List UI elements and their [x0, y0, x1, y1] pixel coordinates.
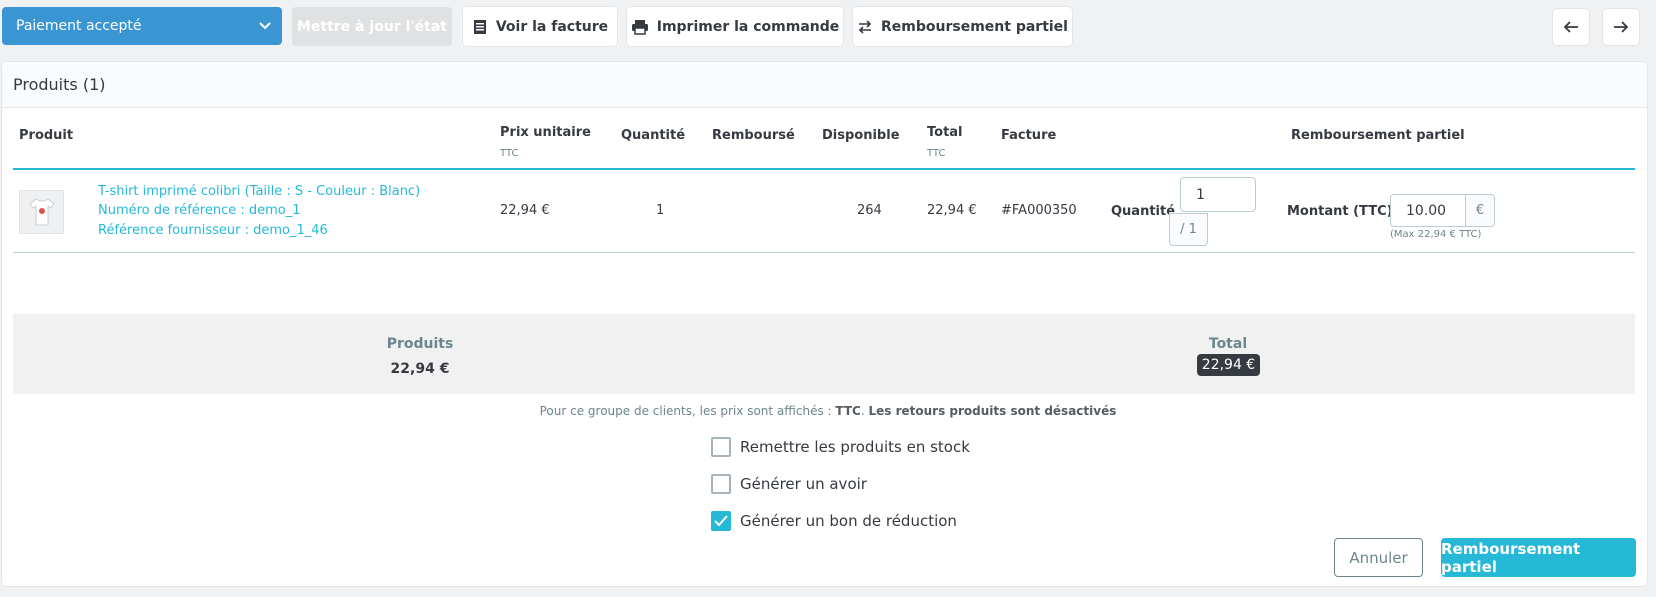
update-status-button[interactable]: Mettre à jour l'état — [292, 7, 452, 46]
col-invoice: Facture — [1001, 128, 1057, 143]
row-invoice: #FA000350 — [1001, 203, 1077, 218]
option-voucher[interactable]: Générer un bon de réduction — [711, 511, 957, 531]
credit-slip-label: Générer un avoir — [740, 475, 867, 493]
swap-arrows-icon — [858, 19, 872, 34]
grand-total-label: Total — [1208, 336, 1248, 352]
products-total-value: 22,94 € — [390, 361, 450, 377]
partial-refund-submit-label: Remboursement partiel — [1441, 539, 1581, 576]
row-available: 264 — [857, 203, 882, 218]
arrow-left-icon — [1563, 21, 1578, 33]
restock-label: Remettre les produits en stock — [740, 438, 970, 456]
table-header-divider — [13, 168, 1635, 170]
view-invoice-label: Voir la facture — [495, 18, 609, 35]
order-status-select[interactable]: Paiement accepté — [2, 7, 282, 45]
refund-amount-max: (Max 22,94 € TTC) — [1390, 229, 1482, 240]
col-product: Produit — [19, 128, 74, 143]
col-refunded: Remboursé — [712, 128, 795, 143]
option-credit-slip[interactable]: Générer un avoir — [711, 474, 867, 494]
credit-slip-checkbox[interactable] — [711, 474, 731, 494]
voucher-checkbox[interactable] — [711, 511, 731, 531]
restock-checkbox[interactable] — [711, 437, 731, 457]
refund-amount-label: Montant (TTC) — [1287, 204, 1393, 219]
col-available: Disponible — [822, 128, 900, 143]
grand-total-value: 22,94 € — [1201, 357, 1256, 373]
refund-amount-value: 10.00 — [1406, 202, 1447, 219]
col-partial-refund: Remboursement partiel — [1291, 128, 1465, 143]
refund-quantity-value: 1 — [1196, 186, 1205, 203]
currency-symbol: € — [1475, 203, 1485, 218]
update-status-label: Mettre à jour l'état — [297, 18, 447, 35]
products-total-label: Produits — [386, 336, 454, 352]
next-order-button[interactable] — [1603, 9, 1639, 45]
order-status-value: Paiement accepté — [16, 18, 142, 34]
partial-refund-toolbar-label: Remboursement partiel — [881, 18, 1068, 35]
voucher-label: Générer un bon de réduction — [740, 512, 957, 530]
grand-total-badge: 22,94 € — [1197, 354, 1260, 376]
refund-amount-input[interactable]: 10.00 — [1390, 194, 1466, 227]
col-unit-price-sub: TTC — [500, 148, 519, 159]
col-unit-price: Prix unitaire — [500, 125, 591, 140]
row-quantity: 1 — [656, 203, 665, 218]
row-total: 22,94 € — [927, 203, 977, 218]
print-order-label: Imprimer la commande — [656, 18, 840, 35]
print-order-button[interactable]: Imprimer la commande — [627, 7, 843, 46]
refund-quantity-max: / 1 — [1169, 213, 1208, 246]
products-card-header: Produits (1) — [2, 62, 1647, 108]
totals-band — [13, 314, 1635, 394]
products-card-title: Produits (1) — [13, 75, 106, 94]
currency-addon: € — [1465, 194, 1495, 227]
col-total-sub: TTC — [927, 148, 946, 159]
refund-quantity-input[interactable]: 1 — [1180, 177, 1256, 212]
previous-order-button[interactable] — [1553, 9, 1589, 45]
row-unit-price: 22,94 € — [500, 203, 550, 218]
arrow-right-icon — [1614, 21, 1629, 33]
tax-notice-mode: TTC — [835, 404, 861, 418]
refund-quantity-label: Quantité — [1111, 204, 1176, 219]
product-thumbnail — [19, 190, 64, 234]
refund-quantity-max-text: / 1 — [1180, 222, 1197, 237]
option-restock[interactable]: Remettre les produits en stock — [711, 437, 970, 457]
product-name-link[interactable]: T-shirt imprimé colibri (Taille : S - Co… — [98, 184, 420, 199]
printer-icon — [631, 19, 648, 35]
tax-notice-returns: Les retours produits sont désactivés — [868, 404, 1117, 418]
partial-refund-toolbar-button[interactable]: Remboursement partiel — [853, 7, 1072, 46]
cancel-label: Annuler — [1349, 548, 1408, 567]
tax-notice-prefix: Pour ce groupe de clients, les prix sont… — [539, 404, 836, 418]
checkmark-icon — [714, 515, 728, 527]
tshirt-icon — [28, 198, 55, 226]
view-invoice-button[interactable]: Voir la facture — [463, 7, 617, 46]
product-reference[interactable]: Numéro de référence : demo_1 — [98, 203, 301, 218]
tax-notice: Pour ce groupe de clients, les prix sont… — [539, 404, 1117, 418]
cancel-button[interactable]: Annuler — [1334, 538, 1423, 577]
col-quantity: Quantité — [621, 128, 686, 143]
col-total: Total — [927, 125, 963, 140]
table-row-divider — [13, 252, 1635, 253]
partial-refund-submit-button[interactable]: Remboursement partiel — [1441, 538, 1636, 577]
document-icon — [473, 19, 486, 34]
product-supplier-reference[interactable]: Référence fournisseur : demo_1_46 — [98, 223, 328, 238]
chevron-down-icon — [259, 22, 271, 30]
